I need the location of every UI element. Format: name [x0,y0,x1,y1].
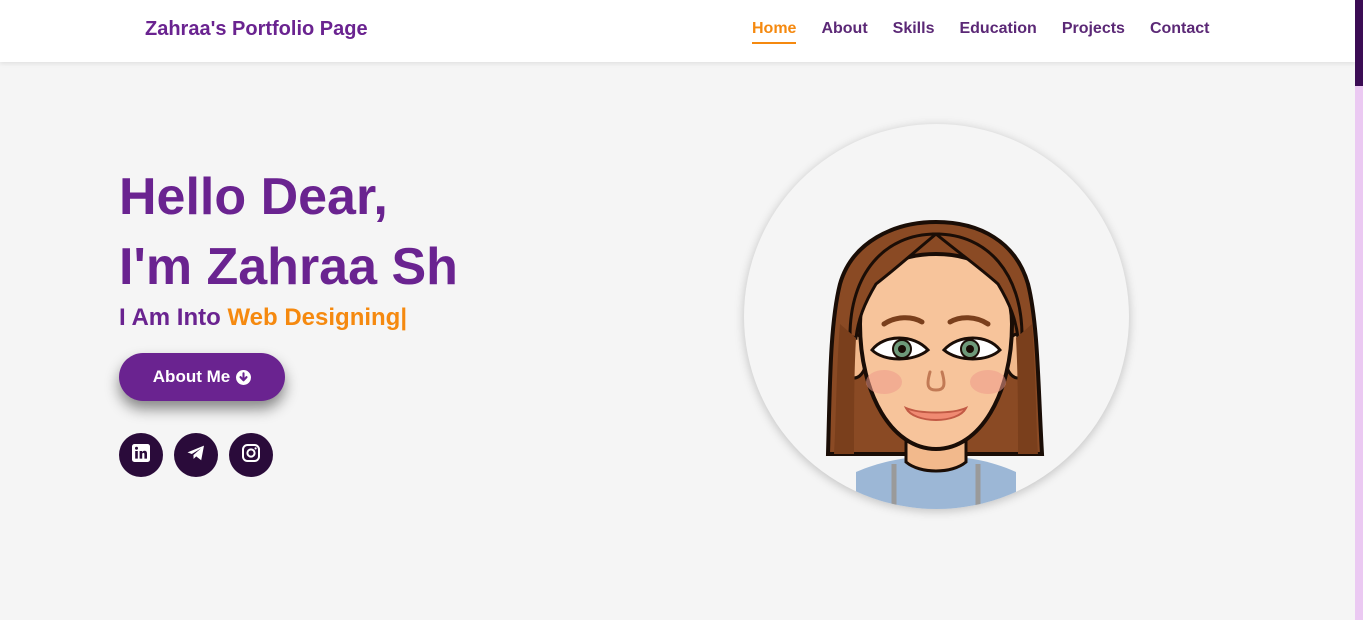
telegram-link[interactable] [174,433,218,477]
subtitle-prefix: I Am Into [119,304,228,331]
avatar-illustration [825,219,1045,509]
about-me-button[interactable]: About Me [119,353,285,401]
telegram-icon [187,445,205,466]
social-links [119,433,273,477]
typed-text: Web Designing| [227,304,408,331]
nav-about[interactable]: About [821,20,867,44]
about-me-label: About Me [152,367,231,386]
hero-name: I'm Zahraa Sh [119,238,458,296]
hero-subtitle: I Am Into Web Designing| [119,304,407,332]
hero-title: Hello Dear, I'm Zahraa Sh [119,162,458,302]
scrollbar-thumb[interactable] [1355,0,1363,86]
hero-greeting: Hello Dear, [119,168,388,226]
page-scrollbar[interactable] [1355,0,1363,620]
instagram-link[interactable] [229,433,273,477]
linkedin-icon [132,443,150,467]
nav-education[interactable]: Education [959,20,1036,44]
profile-avatar [744,124,1129,509]
arrow-down-circle-icon [236,369,252,385]
main-nav: Home About Skills Education Projects Con… [752,20,1210,44]
instagram-icon [242,443,260,467]
nav-skills[interactable]: Skills [893,20,935,44]
linkedin-link[interactable] [119,433,163,477]
nav-projects[interactable]: Projects [1062,20,1125,44]
site-logo[interactable]: Zahraa's Portfolio Page [145,18,368,41]
nav-home[interactable]: Home [752,20,797,44]
site-header: Zahraa's Portfolio Page Home About Skill… [0,0,1355,62]
nav-contact[interactable]: Contact [1150,20,1210,44]
